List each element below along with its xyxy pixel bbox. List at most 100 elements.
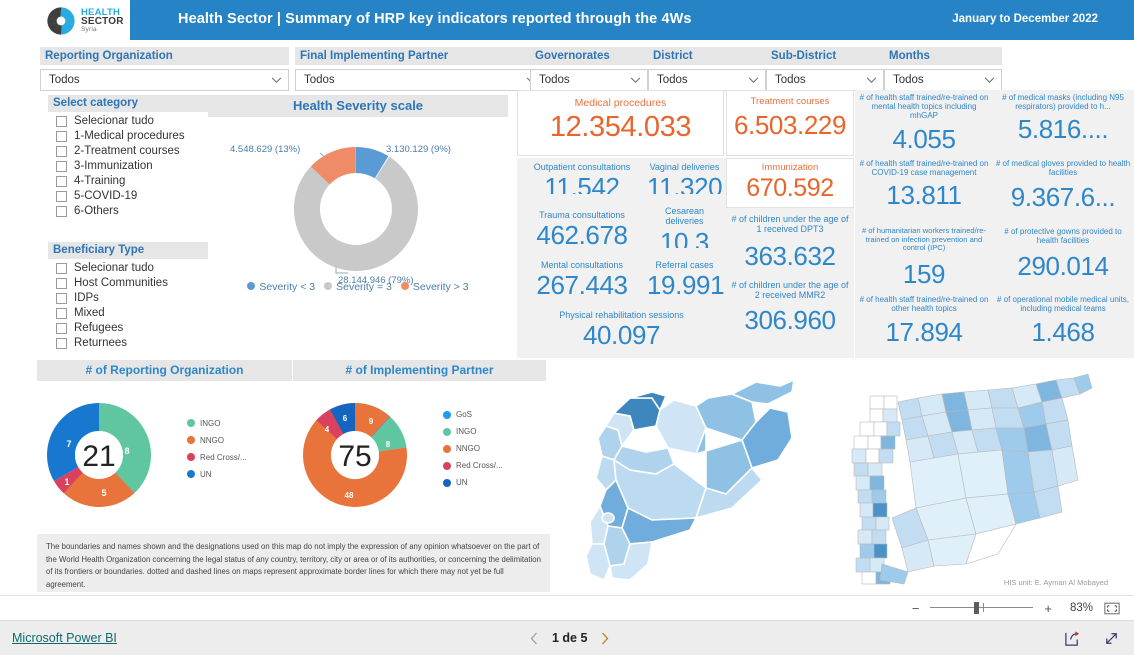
share-icon[interactable] — [1064, 630, 1081, 647]
checkbox-icon[interactable] — [56, 115, 67, 127]
severity-label-gt3: 4.548.629 (13%) — [230, 144, 301, 155]
filter-dropdown[interactable]: Todos — [648, 69, 766, 91]
kpi-mmr2[interactable]: # of children under the age of 2 receive… — [728, 280, 852, 336]
sub-district-map[interactable] — [846, 368, 1134, 594]
kpi-referral-cases[interactable]: Referral cases 19.991 — [647, 260, 725, 301]
legend-item-ingo[interactable]: INGO — [187, 419, 247, 428]
kpi-medical-procedures[interactable]: Medical procedures 12.354.033 — [517, 90, 724, 156]
legend-item-un[interactable]: UN — [443, 478, 503, 487]
kpi-medical-gloves[interactable]: # of medical gloves provided to health f… — [994, 159, 1132, 213]
sub-district-map-svg[interactable] — [846, 368, 1134, 594]
zoom-toolbar: − + 83% — [0, 595, 1134, 620]
category-item-medical-procedures[interactable]: 1-Medical procedures — [48, 130, 208, 142]
beneficiary-item-idps[interactable]: IDPs — [48, 292, 208, 304]
chevron-down-icon[interactable] — [271, 77, 282, 84]
checkbox-icon[interactable] — [56, 130, 67, 142]
power-bi-brand-link[interactable]: Microsoft Power BI — [12, 631, 117, 645]
filter-dropdown[interactable]: Todos — [530, 69, 648, 91]
reporting-org-legend: INGO NNGO Red Cross/... UN — [187, 419, 247, 487]
legend-item-red-cross[interactable]: Red Cross/... — [443, 461, 503, 470]
filter-reporting-organization[interactable]: Reporting Organization Todos — [40, 47, 289, 91]
chevron-left-icon[interactable] — [530, 632, 538, 645]
filter-governorates[interactable]: Governorates Todos — [530, 47, 648, 91]
kpi-outpatient-consultations[interactable]: Outpatient consultations 11.542 — [521, 162, 643, 212]
beneficiary-item-mixed[interactable]: Mixed — [48, 307, 208, 319]
kpi-treatment-courses[interactable]: Treatment courses 6.503.229 — [726, 90, 854, 156]
checkbox-icon[interactable] — [56, 337, 67, 349]
legend-item-un[interactable]: UN — [187, 470, 247, 479]
governorate-map[interactable] — [556, 368, 844, 594]
checkbox-icon[interactable] — [56, 160, 67, 172]
kpi-protective-gowns[interactable]: # of protective gowns provided to health… — [994, 227, 1132, 282]
kpi-medical-masks[interactable]: # of medical masks (including N95 respir… — [994, 93, 1132, 145]
kpi-title: # of operational mobile medical units, i… — [996, 295, 1130, 314]
beneficiary-item-label: Refugees — [74, 322, 124, 334]
category-item-training[interactable]: 4-Training — [48, 175, 208, 187]
checkbox-icon[interactable] — [56, 205, 67, 217]
checkbox-icon[interactable] — [56, 175, 67, 187]
kpi-mobile-medical-units[interactable]: # of operational mobile medical units, i… — [994, 295, 1132, 348]
kpi-covid-case-management[interactable]: # of health staff trained/re-trained on … — [857, 159, 991, 211]
checkbox-icon[interactable] — [56, 307, 67, 319]
chevron-down-icon[interactable] — [984, 77, 995, 84]
legend-item-red-cross[interactable]: Red Cross/... — [187, 453, 247, 462]
beneficiary-item-refugees[interactable]: Refugees — [48, 322, 208, 334]
zoom-slider[interactable] — [930, 602, 1034, 614]
chevron-down-icon[interactable] — [866, 77, 877, 84]
legend-item-severity-eq3[interactable]: Severity = 3 — [324, 281, 392, 293]
legend-item-nngo[interactable]: NNGO — [443, 444, 503, 453]
checkbox-icon[interactable] — [56, 322, 67, 334]
filter-dropdown[interactable]: Todos — [40, 69, 289, 91]
kpi-mhgap[interactable]: # of health staff trained/re-trained on … — [857, 93, 991, 155]
map-disclaimer-text: The boundaries and names shown and the d… — [37, 534, 550, 592]
legend-item-severity-lt3[interactable]: Severity < 3 — [247, 281, 315, 293]
category-item-select-all[interactable]: Selecionar tudo — [48, 115, 208, 127]
chart-title: Health Severity scale — [208, 95, 508, 117]
filter-dropdown[interactable]: Todos — [766, 69, 884, 91]
category-item-immunization[interactable]: 3-Immunization — [48, 160, 208, 172]
zoom-in-button[interactable]: + — [1044, 602, 1052, 615]
beneficiary-item-returnees[interactable]: Returnees — [48, 337, 208, 349]
chevron-down-icon[interactable] — [748, 77, 759, 84]
kpi-physical-rehabilitation[interactable]: Physical rehabilitation sessions 40.097 — [521, 310, 722, 351]
severity-donut[interactable]: 4.548.629 (13%) 3.130.129 (9%) 28.144.94… — [208, 117, 508, 295]
filter-district[interactable]: District Todos — [648, 47, 766, 91]
category-item-covid-19[interactable]: 5-COVID-19 — [48, 190, 208, 202]
checkbox-icon[interactable] — [56, 190, 67, 202]
fit-to-page-icon[interactable] — [1104, 602, 1120, 615]
legend-item-gos[interactable]: GoS — [443, 410, 503, 419]
filter-dropdown[interactable]: Todos — [295, 69, 544, 91]
kpi-vaginal-deliveries[interactable]: Vaginal deliveries 11.320 — [647, 162, 722, 212]
legend-item-nngo[interactable]: NNGO — [187, 436, 247, 445]
filter-months[interactable]: Months Todos — [884, 47, 1002, 91]
page-navigation: 1 de 5 — [530, 631, 609, 645]
kpi-other-health-topics[interactable]: # of health staff trained/re-trained on … — [857, 295, 991, 348]
implementing-partner-donut[interactable]: 75 9 8 48 4 6 — [293, 383, 443, 523]
checkbox-icon[interactable] — [56, 277, 67, 289]
zoom-out-button[interactable]: − — [912, 602, 920, 615]
beneficiary-item-host-communities[interactable]: Host Communities — [48, 277, 208, 289]
filter-dropdown[interactable]: Todos — [884, 69, 1002, 91]
governorate-map-svg[interactable] — [556, 368, 844, 594]
kpi-dpt3[interactable]: # of children under the age of 1 receive… — [728, 214, 852, 272]
checkbox-icon[interactable] — [56, 292, 67, 304]
kpi-immunization[interactable]: Immunization 670.592 — [726, 158, 854, 208]
legend-item-severity-gt3[interactable]: Severity > 3 — [400, 281, 469, 293]
kpi-cesarean-deliveries[interactable]: Cesarean deliveries 10.3 — [647, 206, 722, 258]
filter-final-implementing-partner[interactable]: Final Implementing Partner Todos — [295, 47, 544, 91]
chevron-right-icon[interactable] — [601, 632, 609, 645]
fullscreen-icon[interactable] — [1103, 630, 1120, 647]
legend-item-ingo[interactable]: INGO — [443, 427, 503, 436]
kpi-ipc-training[interactable]: # of humanitarian workers trained/re-tra… — [857, 226, 991, 290]
checkbox-icon[interactable] — [56, 145, 67, 157]
filter-sub-district[interactable]: Sub-District Todos — [766, 47, 884, 91]
category-item-treatment-courses[interactable]: 2-Treatment courses — [48, 145, 208, 157]
checkbox-icon[interactable] — [56, 262, 67, 274]
reporting-org-donut[interactable]: 21 8 5 1 7 — [37, 383, 187, 523]
beneficiary-item-select-all[interactable]: Selecionar tudo — [48, 262, 208, 274]
chevron-down-icon[interactable] — [630, 77, 641, 84]
slider-thumb[interactable] — [974, 602, 980, 614]
kpi-mental-consultations[interactable]: Mental consultations 267.443 — [521, 260, 643, 301]
category-item-others[interactable]: 6-Others — [48, 205, 208, 217]
kpi-trauma-consultations[interactable]: Trauma consultations 462.678 — [521, 210, 643, 251]
